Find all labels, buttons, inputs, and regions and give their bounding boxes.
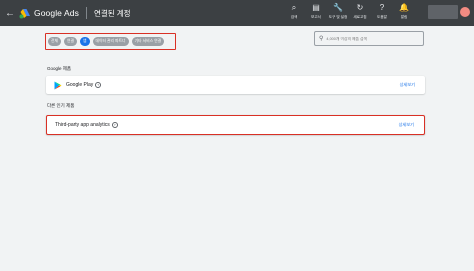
tool-settings[interactable]: 🔧 도구 및 설정 xyxy=(327,3,349,23)
tool-label: 검색 xyxy=(290,15,298,19)
tool-label: 도구 및 설정 xyxy=(328,15,348,19)
header-tools: ⌕ 검색 ▤ 보고서 🔧 도구 및 설정 ↻ 새로고침 ? 도움말 🔔 알림 xyxy=(283,3,415,23)
details-link[interactable]: 상세보기 xyxy=(400,82,415,88)
wrench-icon: 🔧 xyxy=(333,3,343,12)
tool-label: 새로고침 xyxy=(353,15,367,19)
tool-reports[interactable]: ▤ 보고서 xyxy=(305,3,327,23)
tool-label: 알림 xyxy=(400,15,408,19)
chip-apps[interactable]: 앱 xyxy=(80,37,90,46)
search-icon: ⚲ xyxy=(319,36,324,42)
card-title: Third-party app analytics xyxy=(55,122,110,128)
google-ads-logo-icon xyxy=(19,8,30,18)
filter-chips: 전체 연결 앱 데이터 관리 파트너 기타 서비스 연결 xyxy=(48,37,167,46)
product-search: ⚲ xyxy=(314,31,424,46)
page-title: 연결된 계정 xyxy=(93,8,131,18)
refresh-icon: ↻ xyxy=(356,3,364,12)
tool-refresh[interactable]: ↻ 새로고침 xyxy=(349,3,371,23)
google-ads-logo[interactable]: Google Ads xyxy=(19,8,79,19)
search-input[interactable] xyxy=(326,36,417,41)
tool-notifications[interactable]: 🔔 알림 xyxy=(393,3,415,23)
search-icon: ⌕ xyxy=(291,3,297,12)
bell-icon: 🔔 xyxy=(399,3,409,12)
card-third-party-analytics[interactable]: Third-party app analytics ? 상세보기 xyxy=(46,115,425,135)
help-icon: ? xyxy=(379,3,385,12)
google-play-icon xyxy=(54,81,62,89)
tool-help[interactable]: ? 도움말 xyxy=(371,3,393,23)
chip-data-partners[interactable]: 데이터 관리 파트너 xyxy=(92,37,129,46)
app-name: Google Ads xyxy=(34,8,79,18)
help-icon[interactable]: ? xyxy=(111,122,118,128)
header-divider xyxy=(85,7,87,19)
help-icon[interactable]: ? xyxy=(95,82,102,88)
report-icon: ▤ xyxy=(312,3,320,12)
tool-label: 보고서 xyxy=(311,15,321,19)
account-info[interactable] xyxy=(428,5,458,19)
details-link[interactable]: 상세보기 xyxy=(399,122,414,128)
card-title: Google Play xyxy=(66,82,94,88)
chip-linked[interactable]: 연결 xyxy=(64,37,77,46)
section-popular-products: 다른 인기 제품 xyxy=(47,103,75,108)
section-google-products: Google 제품 xyxy=(47,66,72,71)
tool-search[interactable]: ⌕ 검색 xyxy=(283,3,305,23)
avatar[interactable] xyxy=(460,7,470,17)
back-arrow-icon[interactable]: ← xyxy=(3,8,17,19)
chip-other-services[interactable]: 기타 서비스 연결 xyxy=(131,37,165,46)
chip-all[interactable]: 전체 xyxy=(48,37,61,46)
tool-label: 도움말 xyxy=(377,15,387,19)
card-google-play[interactable]: Google Play ? 상세보기 xyxy=(46,76,425,94)
